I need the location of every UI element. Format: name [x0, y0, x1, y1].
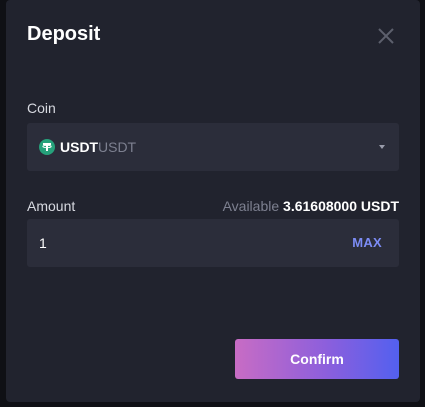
close-button[interactable] [376, 26, 396, 46]
bottom-edge [0, 402, 425, 407]
tether-icon [39, 139, 55, 155]
available-balance: Available 3.61608000 USDT [223, 198, 399, 214]
coin-name: USDT [98, 139, 137, 155]
chevron-down-icon [379, 145, 385, 149]
deposit-modal: Deposit Coin USDT USDT Amount Available … [6, 0, 420, 402]
confirm-button[interactable]: Confirm [235, 339, 399, 379]
available-label: Available [222, 198, 280, 214]
available-value: 3.61608000 USDT [283, 198, 399, 214]
coin-select[interactable]: USDT USDT [27, 123, 399, 171]
max-button[interactable]: MAX [352, 235, 382, 250]
coin-label: Coin [27, 100, 56, 116]
close-icon [378, 28, 394, 44]
amount-label: Amount [27, 198, 76, 214]
amount-input[interactable] [39, 219, 329, 267]
amount-field: MAX [27, 219, 399, 267]
coin-symbol: USDT [60, 139, 99, 155]
modal-title: Deposit [27, 23, 101, 45]
